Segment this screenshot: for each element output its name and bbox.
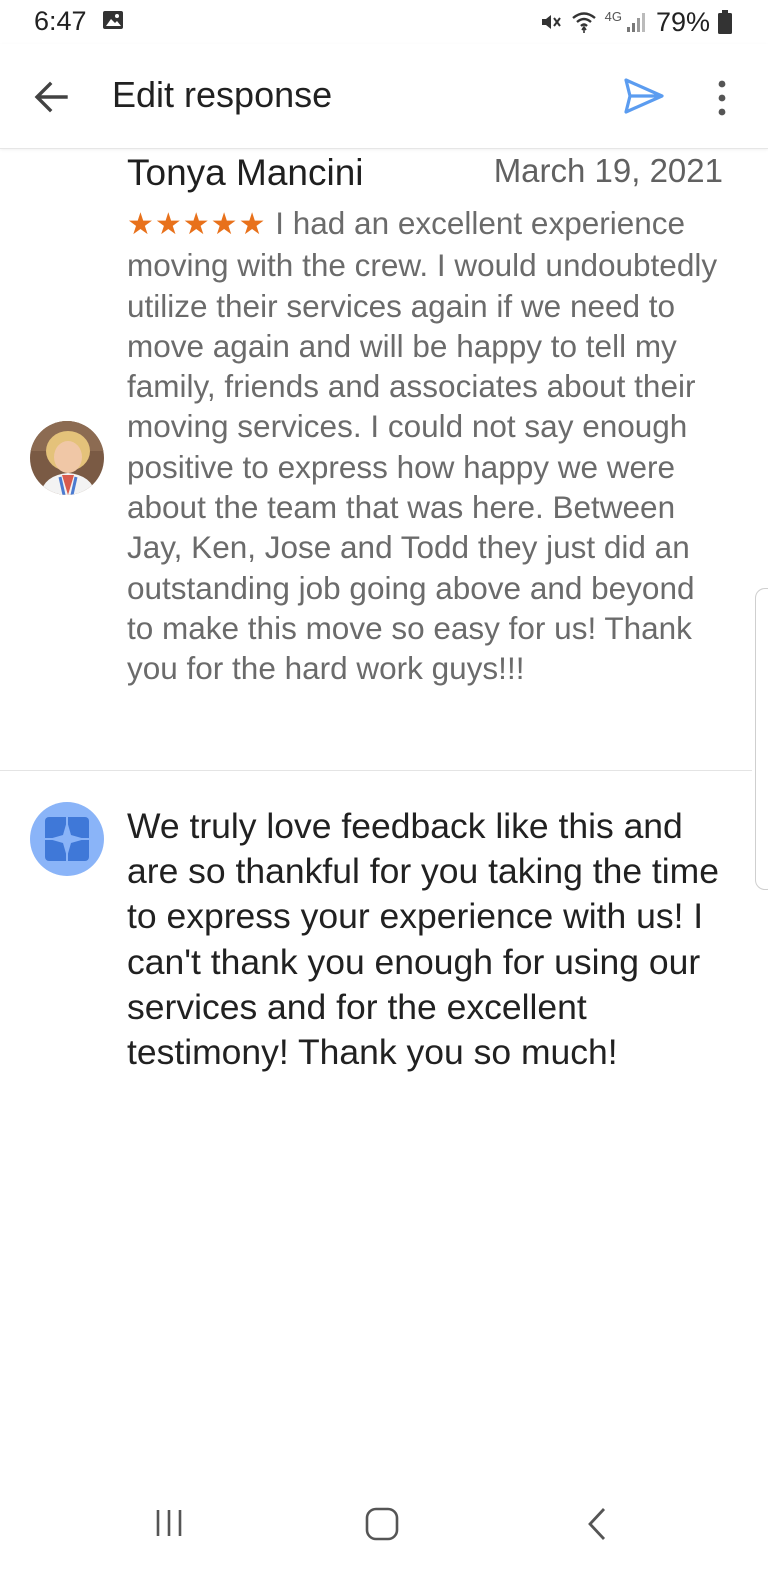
back-arrow-icon[interactable] — [30, 76, 72, 118]
business-avatar — [30, 802, 104, 876]
star-rating: ★★★★★ — [127, 208, 267, 241]
status-bar: 6:47 4G 79% — [0, 0, 768, 44]
app-bar: Edit response — [0, 44, 768, 149]
review-date: March 19, 2021 — [493, 152, 723, 189]
battery-icon — [718, 10, 732, 34]
review-body: I had an excellent experience moving wit… — [127, 205, 718, 687]
review-text-block: ★★★★★ I had an excellent experience movi… — [127, 203, 727, 689]
recents-icon[interactable] — [152, 1508, 186, 1538]
scroll-handle[interactable] — [755, 588, 768, 890]
back-icon[interactable] — [584, 1506, 610, 1542]
status-icons: 4G 79% — [539, 6, 732, 38]
network-label: 4G — [604, 8, 622, 24]
divider — [0, 770, 752, 771]
status-time: 6:47 — [34, 6, 87, 36]
page-title: Edit response — [112, 74, 333, 115]
signal-icon — [626, 13, 645, 32]
battery-percent: 79% — [655, 6, 710, 37]
reply-input[interactable]: We truly love feedback like this and are… — [127, 804, 727, 1075]
mute-icon — [541, 15, 561, 29]
navigation-bar — [0, 1480, 768, 1579]
wifi-icon — [571, 12, 596, 33]
more-vert-icon[interactable] — [708, 78, 736, 118]
send-icon[interactable] — [622, 76, 666, 116]
reviewer-name: Tonya Mancini — [127, 152, 364, 193]
gallery-icon — [103, 11, 123, 29]
home-icon[interactable] — [364, 1506, 400, 1542]
reviewer-avatar — [30, 421, 104, 495]
